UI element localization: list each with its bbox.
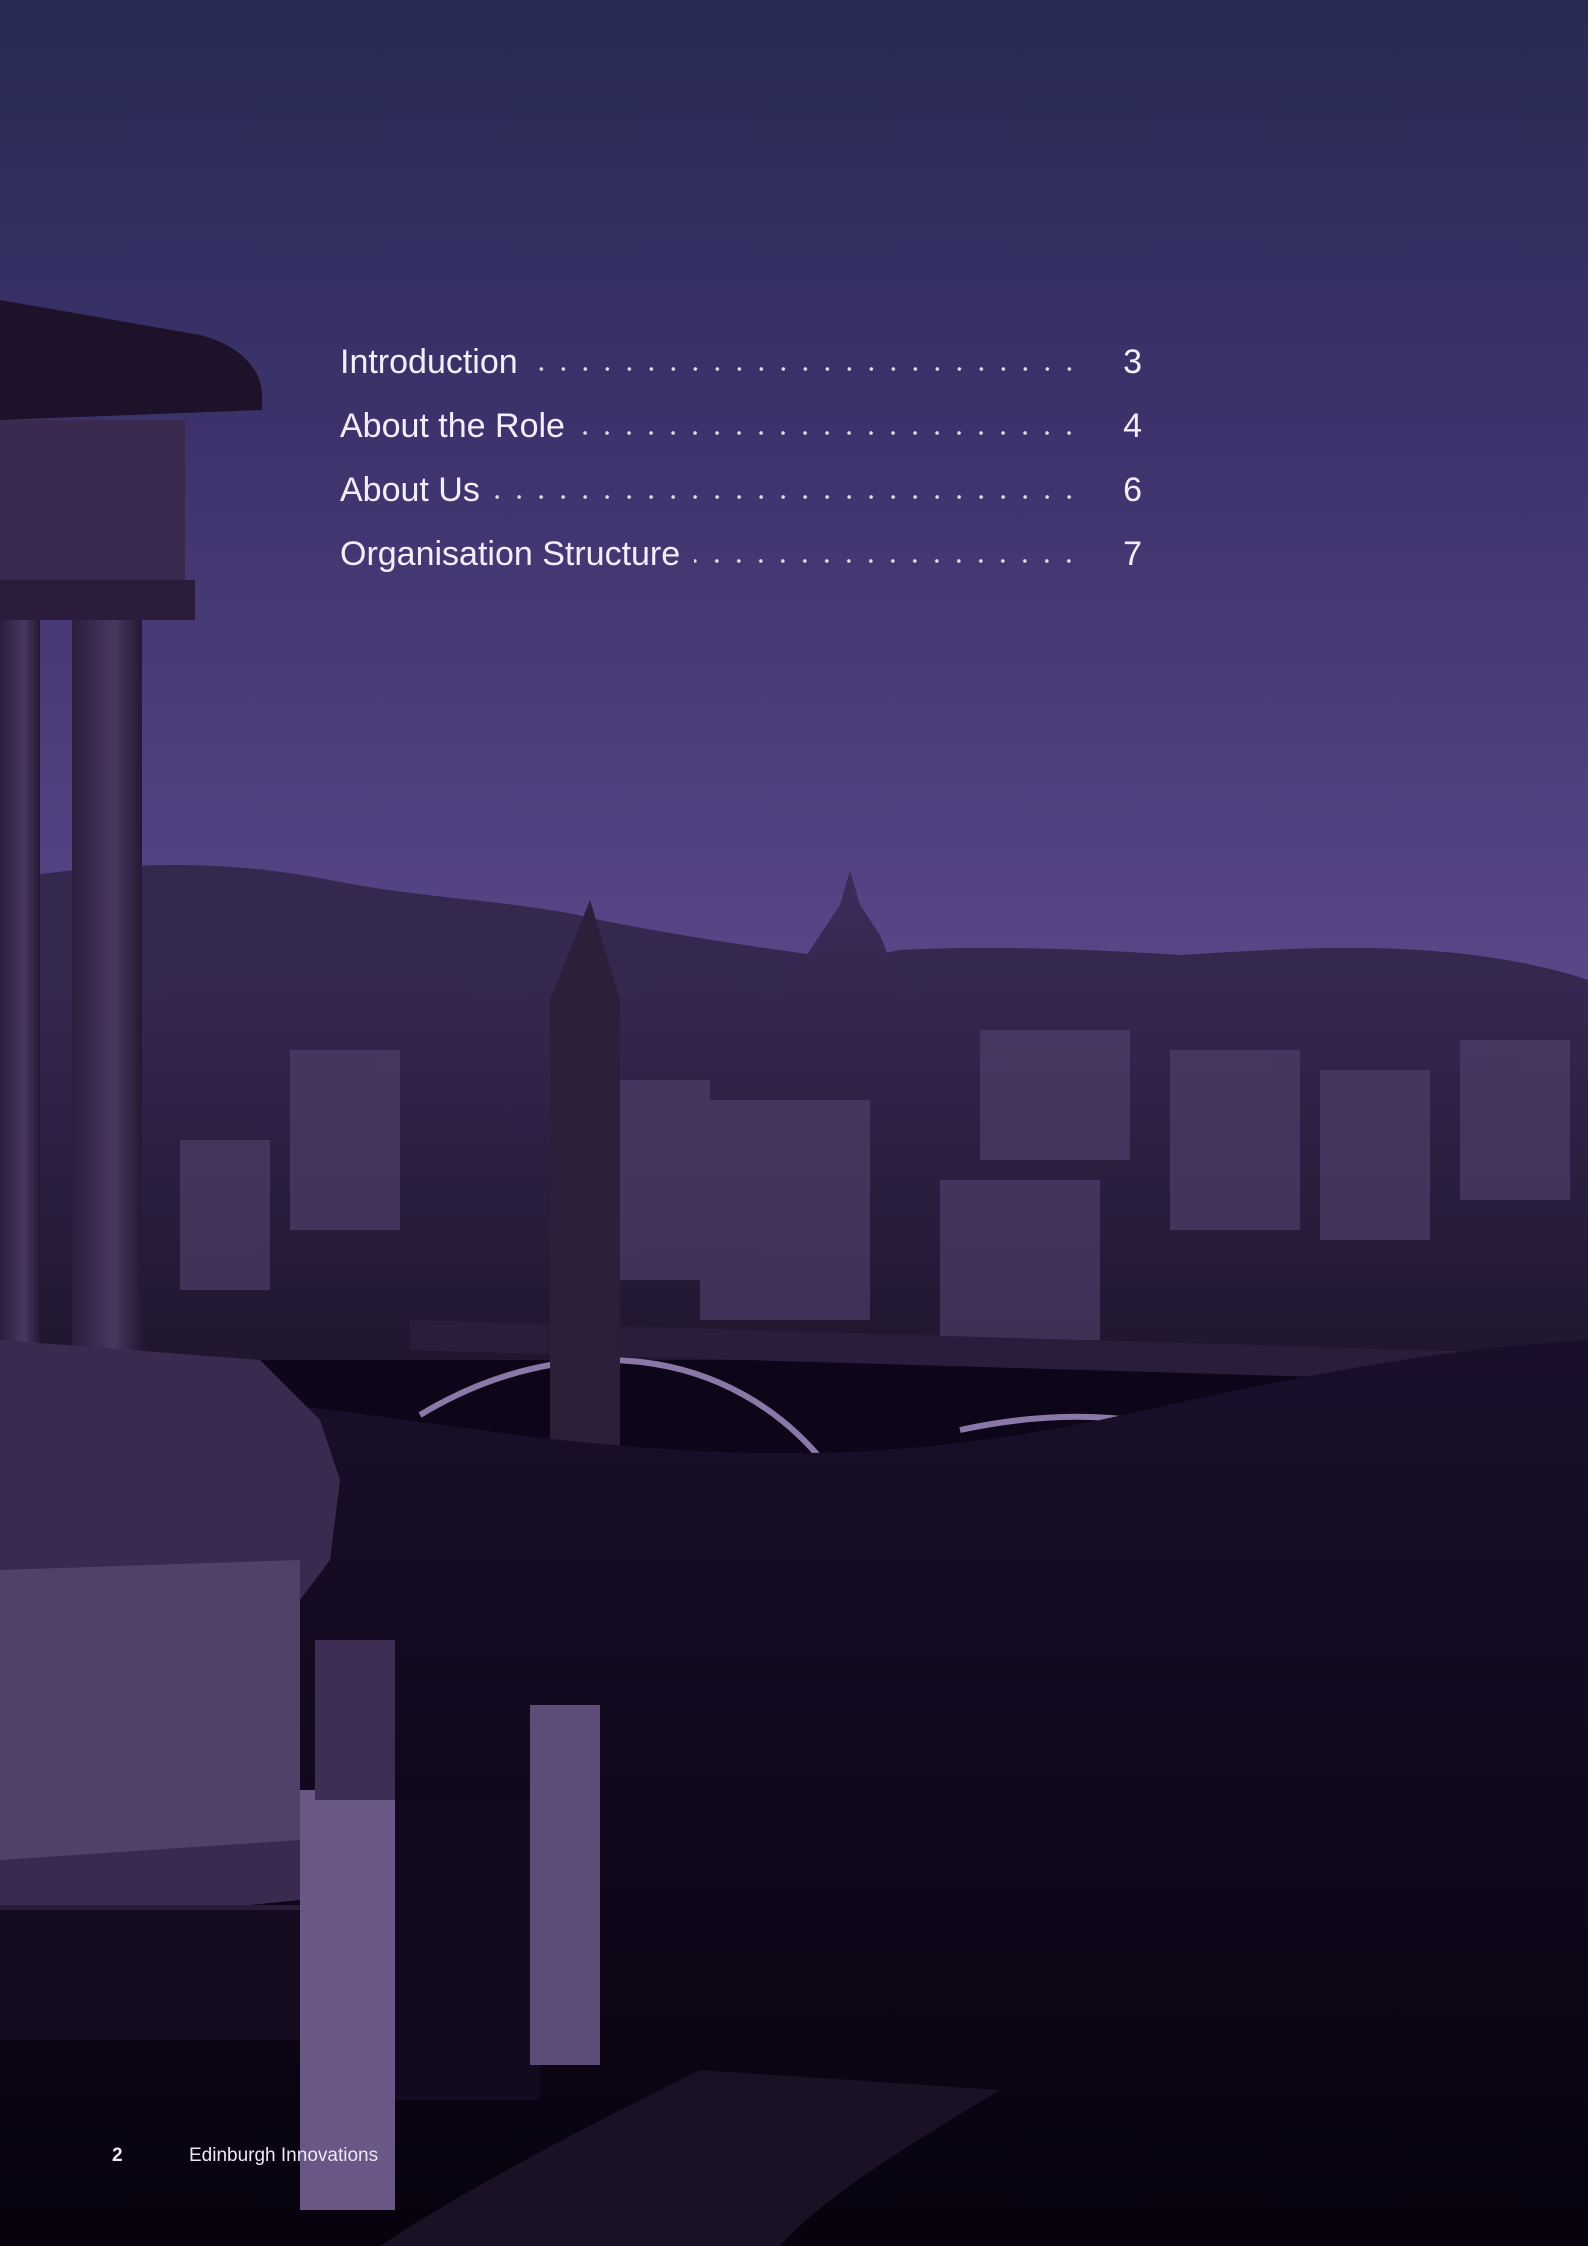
toc-entry-introduction[interactable]: Introduction 3: [340, 330, 1142, 394]
dot-leader: [578, 431, 1080, 435]
table-of-contents: Introduction 3 About the Role 4 About Us…: [340, 330, 1142, 586]
toc-entry-page: 3: [1123, 342, 1142, 381]
page-number: 2: [112, 2145, 123, 2166]
dot-leader: [694, 559, 1080, 563]
dot-leader: [531, 367, 1080, 371]
brochure-page: Introduction 3 About the Role 4 About Us…: [0, 0, 1588, 2246]
toc-entry-page: 6: [1123, 470, 1142, 509]
organisation-name: Edinburgh Innovations: [189, 2145, 379, 2166]
dot-leader: [493, 495, 1080, 499]
toc-entry-about-us[interactable]: About Us 6: [340, 458, 1142, 522]
toc-entry-about-the-role[interactable]: About the Role 4: [340, 394, 1142, 458]
toc-entry-page: 7: [1123, 534, 1142, 573]
page-footer: 2 Edinburgh Innovations: [112, 2142, 378, 2170]
toc-entry-title: Introduction: [340, 342, 518, 381]
toc-entry-title: Organisation Structure: [340, 534, 681, 573]
toc-entry-title: About Us: [340, 470, 480, 509]
toc-entry-title: About the Role: [340, 406, 565, 445]
toc-entry-organisation-structure[interactable]: Organisation Structure 7: [340, 522, 1142, 586]
toc-entry-page: 4: [1123, 406, 1142, 445]
